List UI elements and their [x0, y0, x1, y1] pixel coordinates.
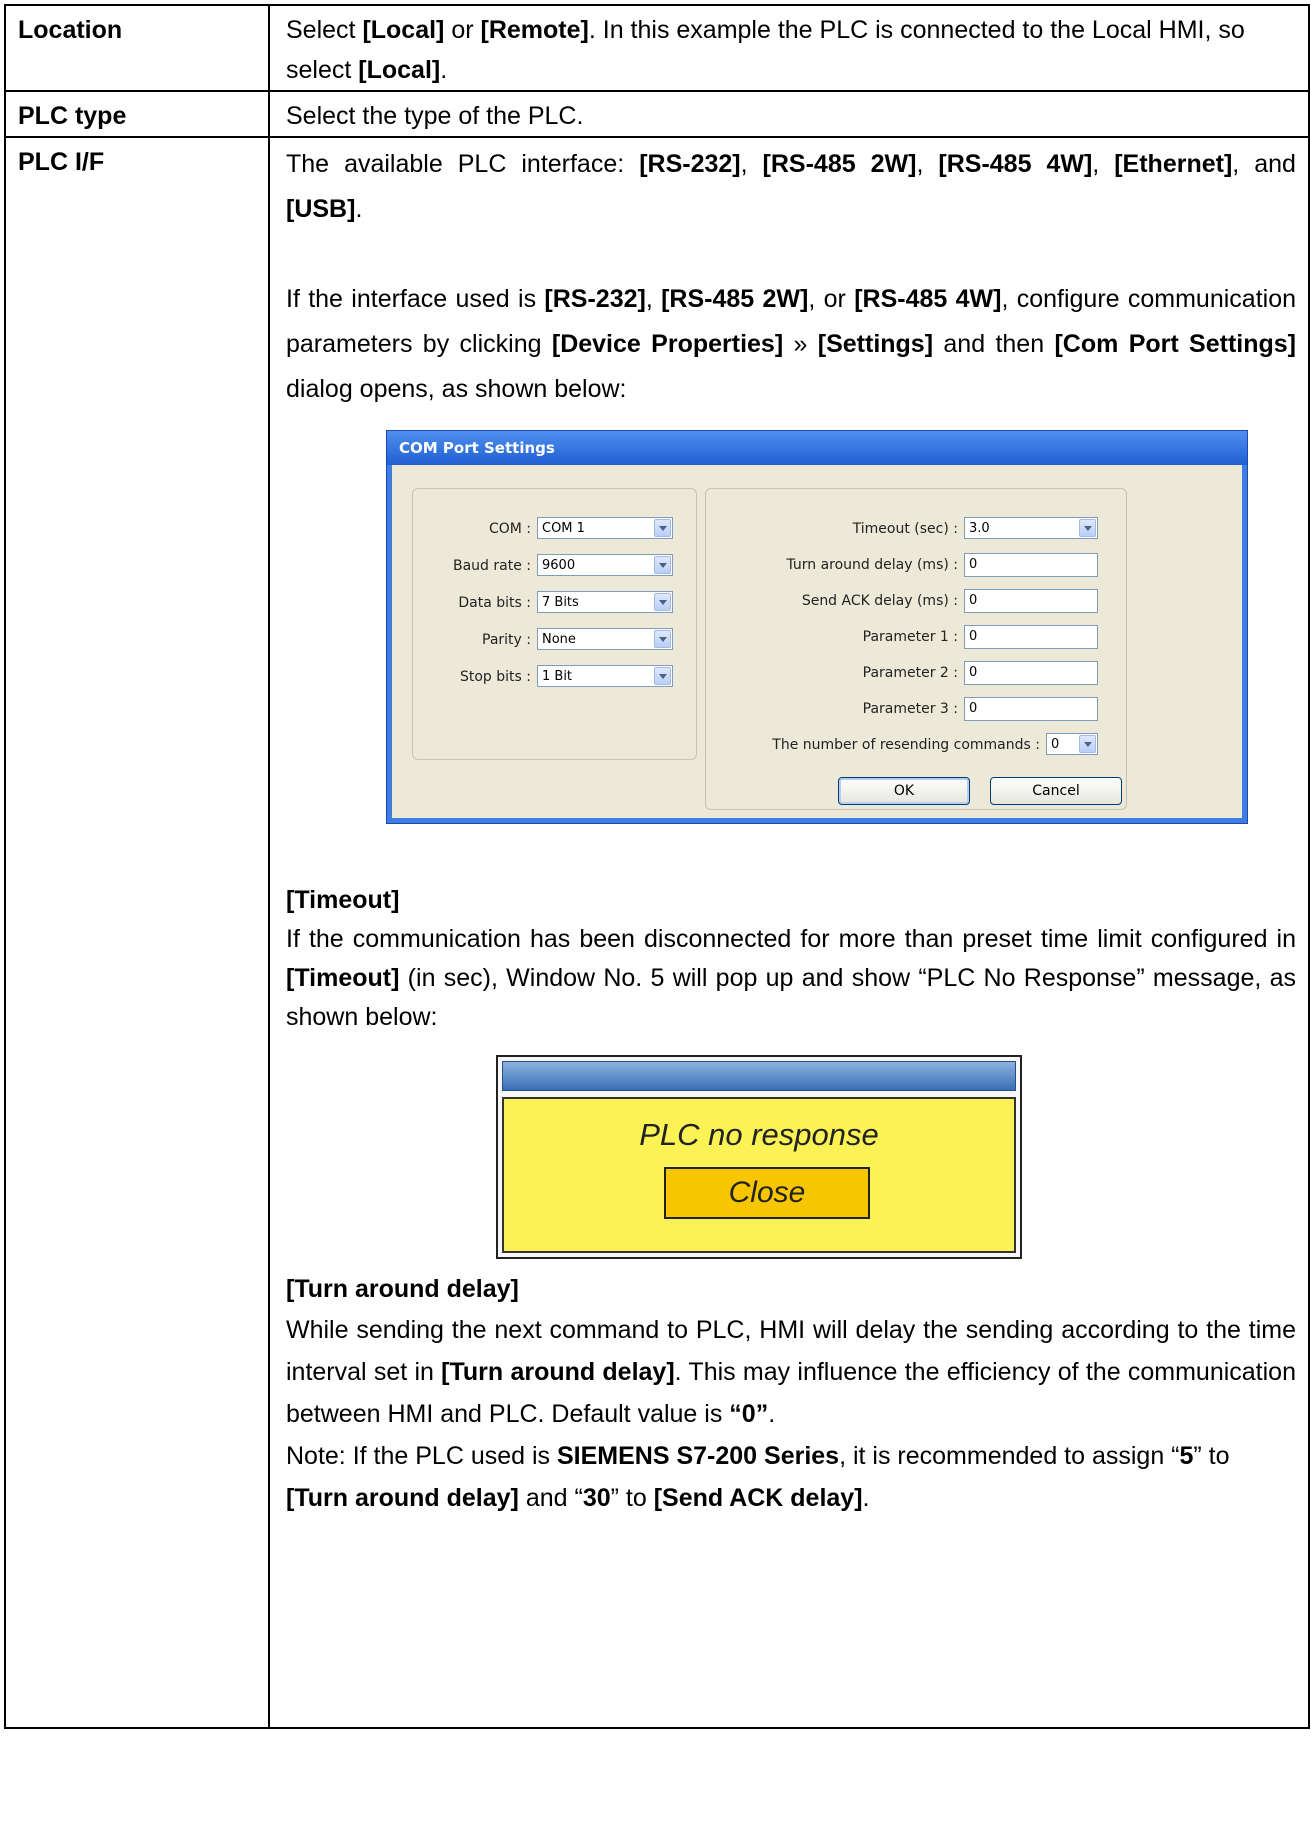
- parameter-1-label: Parameter 1 :: [862, 629, 958, 645]
- row-location: Location Select [Local] or [Remote]. In …: [4, 4, 1310, 92]
- turn-around-heading: [Turn around delay]: [286, 1275, 519, 1303]
- resend-row: The number of resending commands : 0: [706, 733, 1126, 757]
- turn-around-paragraph: While sending the next command to PLC, H…: [286, 1316, 1296, 1428]
- close-button[interactable]: Close: [664, 1167, 870, 1219]
- interface-paragraph: The available PLC interface: [RS-232], […: [286, 150, 1296, 223]
- row-plc-if: PLC I/F The available PLC interface: [RS…: [4, 136, 1310, 1729]
- timeout-label: Timeout (sec) :: [852, 521, 958, 537]
- baud-rate-row: Baud rate : 9600: [413, 554, 696, 578]
- parity-row: Parity : None: [413, 628, 696, 652]
- protocol-settings-group: Timeout (sec) : 3.0 Turn around delay (m…: [705, 488, 1127, 810]
- config-paragraph: If the interface used is [RS-232], [RS-4…: [286, 285, 1296, 403]
- com-select[interactable]: COM 1: [537, 517, 673, 539]
- parameter-1-row: Parameter 1 : 0: [706, 625, 1126, 649]
- resend-select[interactable]: 0: [1046, 733, 1098, 755]
- baud-rate-select[interactable]: 9600: [537, 554, 673, 576]
- data-bits-label: Data bits :: [458, 595, 531, 611]
- com-label: COM :: [488, 521, 531, 537]
- row-plc-type: PLC type Select the type of the PLC.: [4, 90, 1310, 138]
- send-ack-delay-label: Send ACK delay (ms) :: [801, 593, 958, 609]
- row-header-location: Location: [4, 4, 270, 92]
- turn-around-delay-row: Turn around delay (ms) : 0: [706, 553, 1126, 577]
- chevron-down-icon[interactable]: [1079, 735, 1096, 753]
- parity-label: Parity :: [482, 632, 531, 648]
- timeout-row: Timeout (sec) : 3.0: [706, 517, 1126, 541]
- timeout-paragraph: If the communication has been disconnect…: [286, 925, 1296, 1031]
- parity-select[interactable]: None: [537, 628, 673, 650]
- stop-bits-label: Stop bits :: [459, 669, 531, 685]
- parameter-1-input[interactable]: 0: [964, 625, 1098, 649]
- chevron-down-icon[interactable]: [654, 556, 671, 574]
- timeout-heading: [Timeout]: [286, 886, 400, 914]
- row-body-plc-type: Select the type of the PLC.: [268, 90, 1310, 138]
- turn-around-delay-input[interactable]: 0: [964, 553, 1098, 577]
- row-body-location: Select [Local] or [Remote]. In this exam…: [268, 4, 1310, 92]
- parameter-3-input[interactable]: 0: [964, 697, 1098, 721]
- timeout-select[interactable]: 3.0: [964, 517, 1098, 539]
- turn-around-delay-label: Turn around delay (ms) :: [786, 557, 958, 573]
- serial-settings-group: COM : COM 1 Baud rate : 9600 Data bits :…: [412, 488, 697, 760]
- row-body-plc-if: The available PLC interface: [RS-232], […: [268, 136, 1310, 1729]
- ok-button[interactable]: OK: [838, 777, 970, 805]
- com-row: COM : COM 1: [413, 517, 696, 541]
- chevron-down-icon[interactable]: [654, 630, 671, 648]
- parameter-3-row: Parameter 3 : 0: [706, 697, 1126, 721]
- parameter-2-label: Parameter 2 :: [862, 665, 958, 681]
- data-bits-row: Data bits : 7 Bits: [413, 591, 696, 615]
- parameter-2-input[interactable]: 0: [964, 661, 1098, 685]
- dialog-client: COM : COM 1 Baud rate : 9600 Data bits :…: [392, 465, 1242, 818]
- note-paragraph: Note: If the PLC used is SIEMENS S7-200 …: [286, 1442, 1230, 1512]
- dialog-title: COM Port Settings: [387, 431, 1247, 465]
- baud-rate-label: Baud rate :: [453, 558, 531, 574]
- stop-bits-select[interactable]: 1 Bit: [537, 665, 673, 687]
- chevron-down-icon[interactable]: [654, 667, 671, 685]
- stop-bits-row: Stop bits : 1 Bit: [413, 665, 696, 689]
- chevron-down-icon[interactable]: [654, 519, 671, 537]
- row-header-plc-type: PLC type: [4, 90, 270, 138]
- resend-label: The number of resending commands :: [772, 737, 1040, 753]
- chevron-down-icon[interactable]: [654, 593, 671, 611]
- cancel-button[interactable]: Cancel: [990, 777, 1122, 805]
- popup-body: PLC no response Close: [502, 1097, 1016, 1253]
- com-port-settings-dialog: COM Port Settings COM : COM 1 Baud rate …: [386, 430, 1248, 824]
- popup-title-bar: [502, 1061, 1016, 1091]
- popup-message: PLC no response: [639, 1117, 879, 1152]
- plc-no-response-window: PLC no response Close: [496, 1055, 1022, 1259]
- send-ack-delay-row: Send ACK delay (ms) : 0: [706, 589, 1126, 613]
- parameter-3-label: Parameter 3 :: [862, 701, 958, 717]
- row-header-plc-if: PLC I/F: [4, 136, 270, 1729]
- parameter-2-row: Parameter 2 : 0: [706, 661, 1126, 685]
- send-ack-delay-input[interactable]: 0: [964, 589, 1098, 613]
- settings-table: Location Select [Local] or [Remote]. In …: [4, 4, 1310, 1729]
- data-bits-select[interactable]: 7 Bits: [537, 591, 673, 613]
- chevron-down-icon[interactable]: [1079, 519, 1096, 537]
